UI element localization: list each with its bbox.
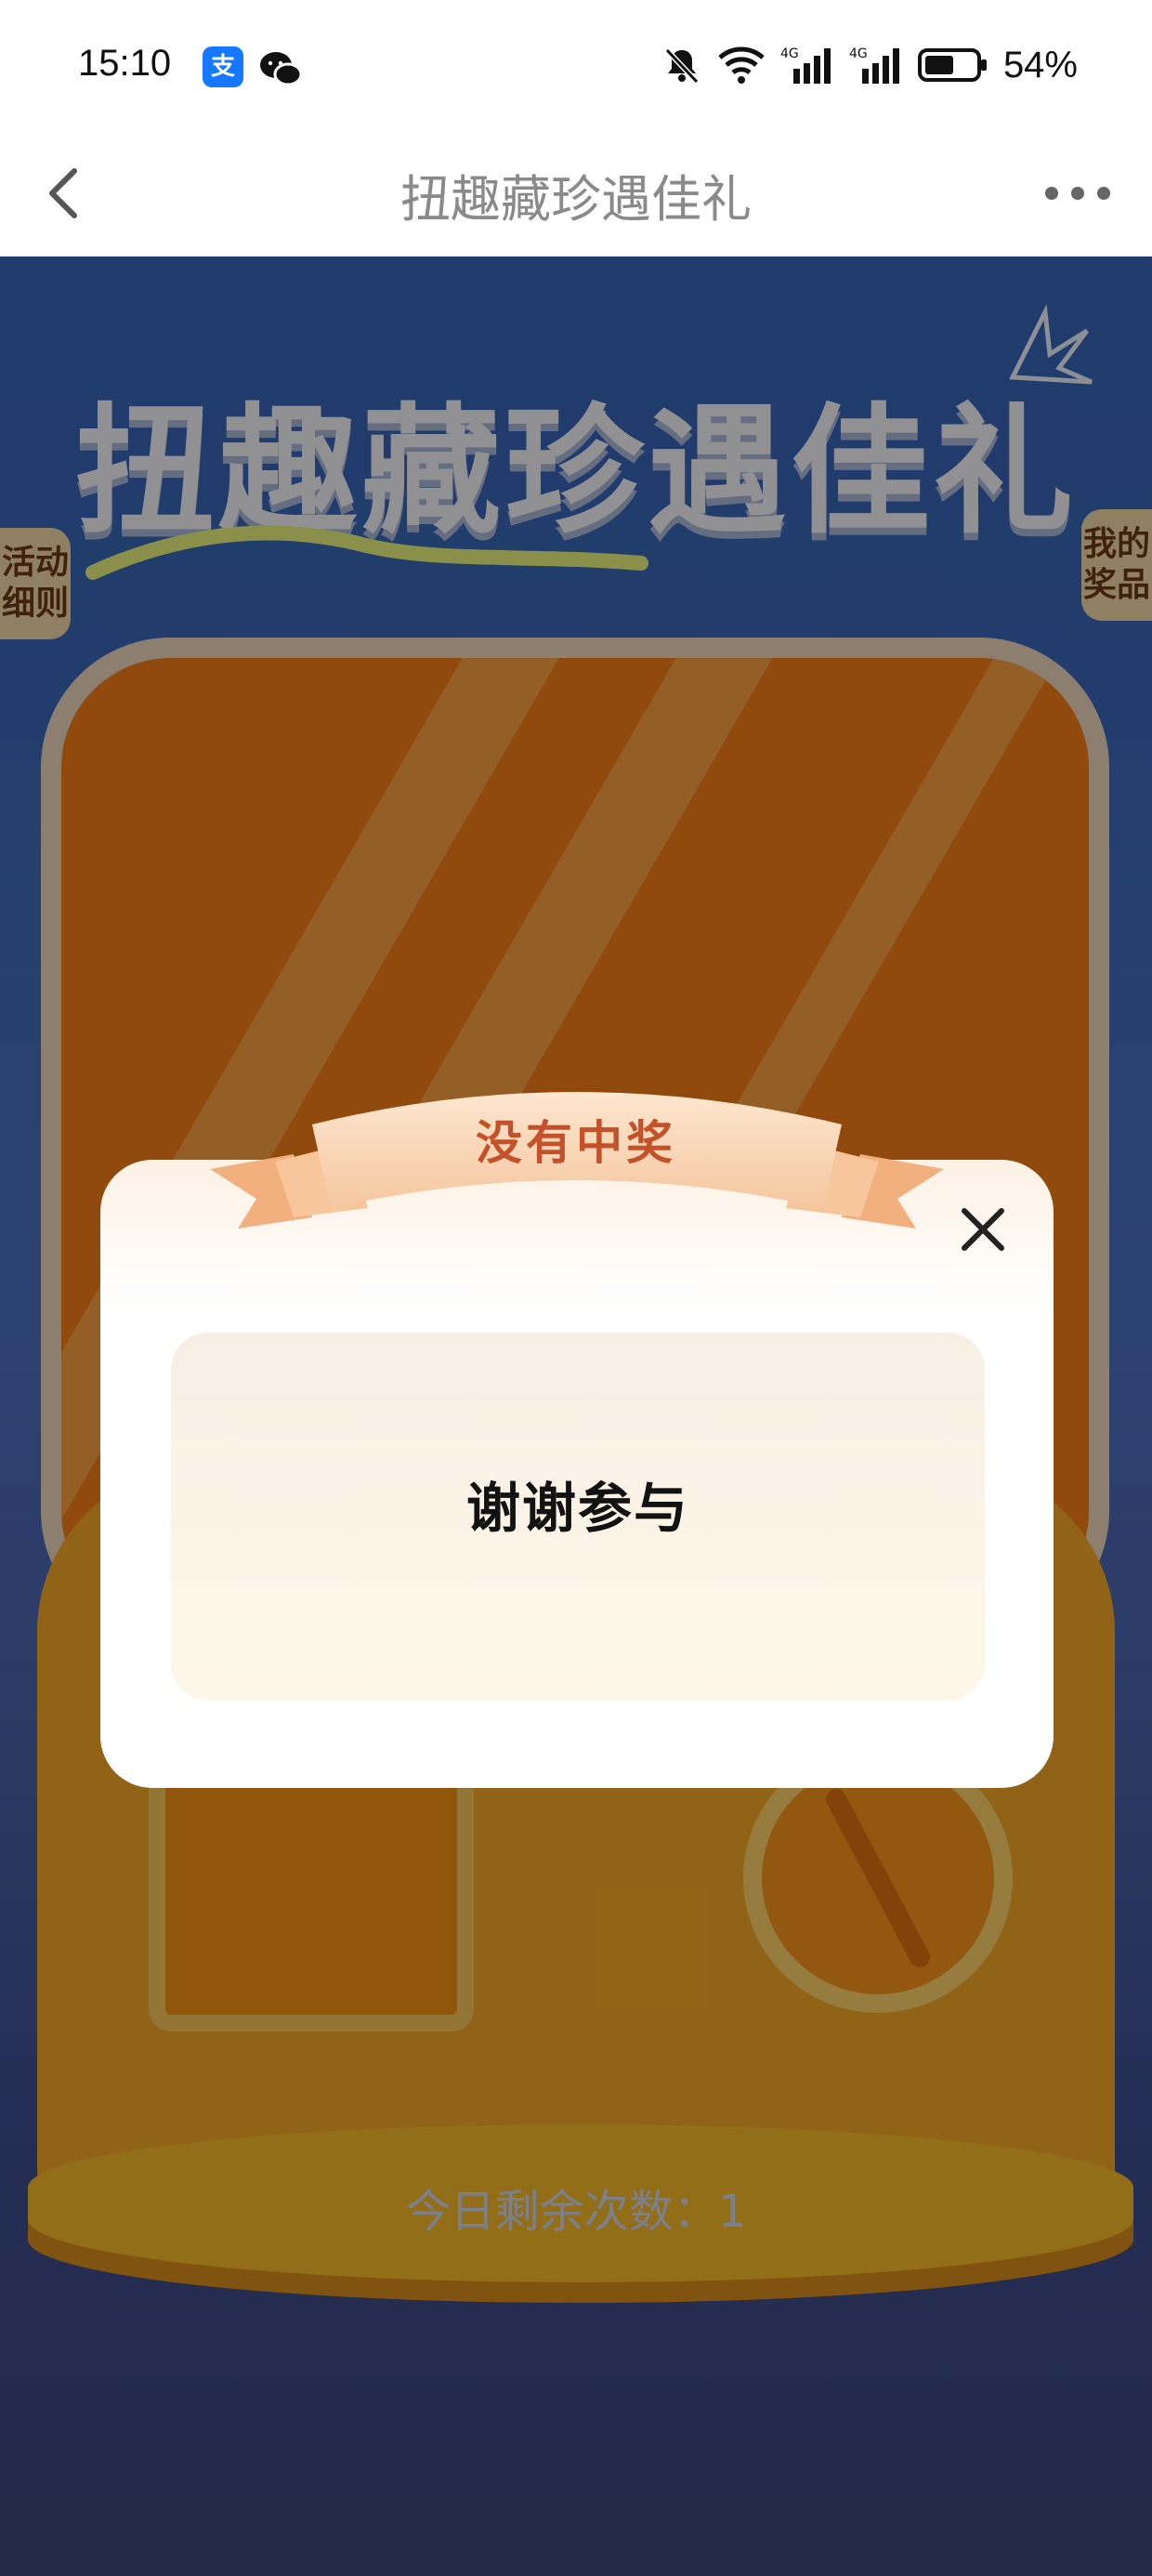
nav-bar: 扭趣藏珍遇佳礼: [0, 130, 1152, 256]
status-bar: 15:10 支 4G 4G 54%: [0, 0, 1152, 130]
signal-4g-icon: 4G: [780, 46, 831, 84]
status-indicators: 4G 4G 54%: [661, 41, 1078, 89]
battery-percent: 54%: [1002, 44, 1078, 85]
battery-icon: [917, 48, 987, 82]
modal-title: 没有中奖: [476, 1116, 676, 1170]
more-button[interactable]: [1041, 167, 1115, 219]
wechat-icon: [260, 52, 303, 86]
signal-4g-icon: 4G: [849, 46, 899, 84]
bell-muted-icon: [664, 47, 700, 85]
alipay-icon: 支: [203, 46, 243, 87]
status-time: 15:10: [78, 43, 172, 84]
network-label: 4G: [849, 46, 868, 61]
network-label: 4G: [780, 46, 799, 61]
more-dots-icon: [1045, 187, 1110, 200]
result-message: 谢谢参与: [465, 1477, 689, 1540]
page-title: 扭趣藏珍遇佳礼: [400, 170, 752, 229]
close-button[interactable]: [957, 1203, 1009, 1255]
wifi-icon: [718, 46, 765, 84]
close-icon: [962, 1208, 1004, 1251]
